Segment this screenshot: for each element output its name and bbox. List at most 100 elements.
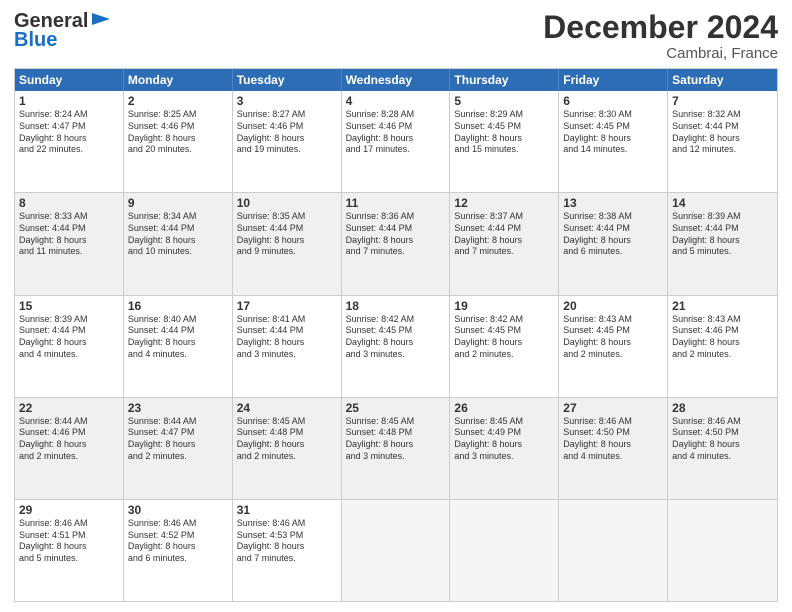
day-number: 2	[128, 94, 228, 108]
cell-line: Daylight: 8 hours	[563, 235, 663, 247]
cell-line: Sunset: 4:50 PM	[672, 427, 773, 439]
calendar-cell-5: 5Sunrise: 8:29 AMSunset: 4:45 PMDaylight…	[450, 91, 559, 192]
cell-line: and 7 minutes.	[237, 553, 337, 565]
location: Cambrai, France	[543, 45, 778, 62]
day-number: 5	[454, 94, 554, 108]
cell-line: Sunset: 4:48 PM	[346, 427, 446, 439]
cell-line: Sunrise: 8:29 AM	[454, 109, 554, 121]
cell-line: Daylight: 8 hours	[454, 235, 554, 247]
day-number: 16	[128, 299, 228, 313]
cell-line: Sunrise: 8:28 AM	[346, 109, 446, 121]
cell-line: and 11 minutes.	[19, 246, 119, 258]
cell-line: Sunset: 4:44 PM	[19, 223, 119, 235]
header: General Blue December 2024 Cambrai, Fran…	[14, 10, 778, 62]
cell-line: Sunset: 4:44 PM	[128, 325, 228, 337]
cell-line: and 4 minutes.	[128, 349, 228, 361]
calendar-cell-empty-6	[668, 500, 777, 601]
day-number: 26	[454, 401, 554, 415]
cell-line: Daylight: 8 hours	[672, 337, 773, 349]
cell-line: Daylight: 8 hours	[672, 439, 773, 451]
day-number: 19	[454, 299, 554, 313]
cell-line: Sunset: 4:45 PM	[454, 325, 554, 337]
cell-line: and 2 minutes.	[19, 451, 119, 463]
calendar-cell-16: 16Sunrise: 8:40 AMSunset: 4:44 PMDayligh…	[124, 296, 233, 397]
cell-line: Sunrise: 8:24 AM	[19, 109, 119, 121]
cell-line: and 19 minutes.	[237, 144, 337, 156]
day-number: 12	[454, 196, 554, 210]
cell-line: Sunset: 4:46 PM	[128, 121, 228, 133]
day-number: 18	[346, 299, 446, 313]
cell-line: Sunset: 4:48 PM	[237, 427, 337, 439]
calendar-cell-28: 28Sunrise: 8:46 AMSunset: 4:50 PMDayligh…	[668, 398, 777, 499]
calendar-row-3: 15Sunrise: 8:39 AMSunset: 4:44 PMDayligh…	[15, 296, 777, 398]
calendar-cell-26: 26Sunrise: 8:45 AMSunset: 4:49 PMDayligh…	[450, 398, 559, 499]
cell-line: Sunset: 4:44 PM	[237, 223, 337, 235]
cell-line: and 7 minutes.	[454, 246, 554, 258]
calendar-cell-6: 6Sunrise: 8:30 AMSunset: 4:45 PMDaylight…	[559, 91, 668, 192]
cell-line: and 20 minutes.	[128, 144, 228, 156]
calendar-cell-15: 15Sunrise: 8:39 AMSunset: 4:44 PMDayligh…	[15, 296, 124, 397]
cell-line: Daylight: 8 hours	[563, 439, 663, 451]
calendar-row-1: 1Sunrise: 8:24 AMSunset: 4:47 PMDaylight…	[15, 91, 777, 193]
cell-line: Sunset: 4:44 PM	[454, 223, 554, 235]
cell-line: Daylight: 8 hours	[19, 439, 119, 451]
cell-line: Daylight: 8 hours	[237, 337, 337, 349]
header-day-monday: Monday	[124, 69, 233, 91]
calendar-cell-10: 10Sunrise: 8:35 AMSunset: 4:44 PMDayligh…	[233, 193, 342, 294]
cell-line: and 22 minutes.	[19, 144, 119, 156]
day-number: 29	[19, 503, 119, 517]
cell-line: Sunset: 4:45 PM	[346, 325, 446, 337]
calendar-cell-12: 12Sunrise: 8:37 AMSunset: 4:44 PMDayligh…	[450, 193, 559, 294]
cell-line: Sunset: 4:52 PM	[128, 530, 228, 542]
cell-line: and 2 minutes.	[128, 451, 228, 463]
cell-line: and 3 minutes.	[346, 349, 446, 361]
cell-line: and 3 minutes.	[454, 451, 554, 463]
cell-line: and 2 minutes.	[237, 451, 337, 463]
cell-line: Sunset: 4:46 PM	[672, 325, 773, 337]
cell-line: Sunrise: 8:32 AM	[672, 109, 773, 121]
cell-line: Daylight: 8 hours	[19, 541, 119, 553]
cell-line: and 4 minutes.	[672, 451, 773, 463]
cell-line: Daylight: 8 hours	[672, 235, 773, 247]
calendar-cell-2: 2Sunrise: 8:25 AMSunset: 4:46 PMDaylight…	[124, 91, 233, 192]
calendar-row-5: 29Sunrise: 8:46 AMSunset: 4:51 PMDayligh…	[15, 500, 777, 601]
day-number: 22	[19, 401, 119, 415]
cell-line: Sunset: 4:50 PM	[563, 427, 663, 439]
cell-line: Sunrise: 8:38 AM	[563, 211, 663, 223]
cell-line: Sunrise: 8:45 AM	[454, 416, 554, 428]
day-number: 6	[563, 94, 663, 108]
cell-line: Daylight: 8 hours	[454, 439, 554, 451]
day-number: 21	[672, 299, 773, 313]
calendar-cell-14: 14Sunrise: 8:39 AMSunset: 4:44 PMDayligh…	[668, 193, 777, 294]
calendar-cell-4: 4Sunrise: 8:28 AMSunset: 4:46 PMDaylight…	[342, 91, 451, 192]
title-block: December 2024 Cambrai, France	[543, 10, 778, 62]
cell-line: Sunrise: 8:39 AM	[672, 211, 773, 223]
cell-line: Daylight: 8 hours	[346, 439, 446, 451]
header-day-thursday: Thursday	[450, 69, 559, 91]
cell-line: Sunset: 4:44 PM	[346, 223, 446, 235]
calendar-cell-9: 9Sunrise: 8:34 AMSunset: 4:44 PMDaylight…	[124, 193, 233, 294]
cell-line: Sunrise: 8:33 AM	[19, 211, 119, 223]
cell-line: Sunset: 4:44 PM	[237, 325, 337, 337]
cell-line: Daylight: 8 hours	[19, 337, 119, 349]
page: General Blue December 2024 Cambrai, Fran…	[0, 0, 792, 612]
cell-line: Daylight: 8 hours	[237, 235, 337, 247]
calendar-row-4: 22Sunrise: 8:44 AMSunset: 4:46 PMDayligh…	[15, 398, 777, 500]
cell-line: Sunset: 4:44 PM	[563, 223, 663, 235]
cell-line: Sunrise: 8:30 AM	[563, 109, 663, 121]
calendar-cell-empty-4	[450, 500, 559, 601]
day-number: 30	[128, 503, 228, 517]
calendar-cell-7: 7Sunrise: 8:32 AMSunset: 4:44 PMDaylight…	[668, 91, 777, 192]
cell-line: Sunset: 4:44 PM	[128, 223, 228, 235]
cell-line: Sunset: 4:53 PM	[237, 530, 337, 542]
cell-line: Sunset: 4:47 PM	[128, 427, 228, 439]
cell-line: Sunset: 4:45 PM	[454, 121, 554, 133]
cell-line: Sunset: 4:46 PM	[346, 121, 446, 133]
cell-line: and 7 minutes.	[346, 246, 446, 258]
cell-line: Sunrise: 8:43 AM	[672, 314, 773, 326]
cell-line: and 2 minutes.	[672, 349, 773, 361]
cell-line: Daylight: 8 hours	[563, 133, 663, 145]
header-day-saturday: Saturday	[668, 69, 777, 91]
calendar-header: SundayMondayTuesdayWednesdayThursdayFrid…	[15, 69, 777, 91]
calendar-cell-27: 27Sunrise: 8:46 AMSunset: 4:50 PMDayligh…	[559, 398, 668, 499]
